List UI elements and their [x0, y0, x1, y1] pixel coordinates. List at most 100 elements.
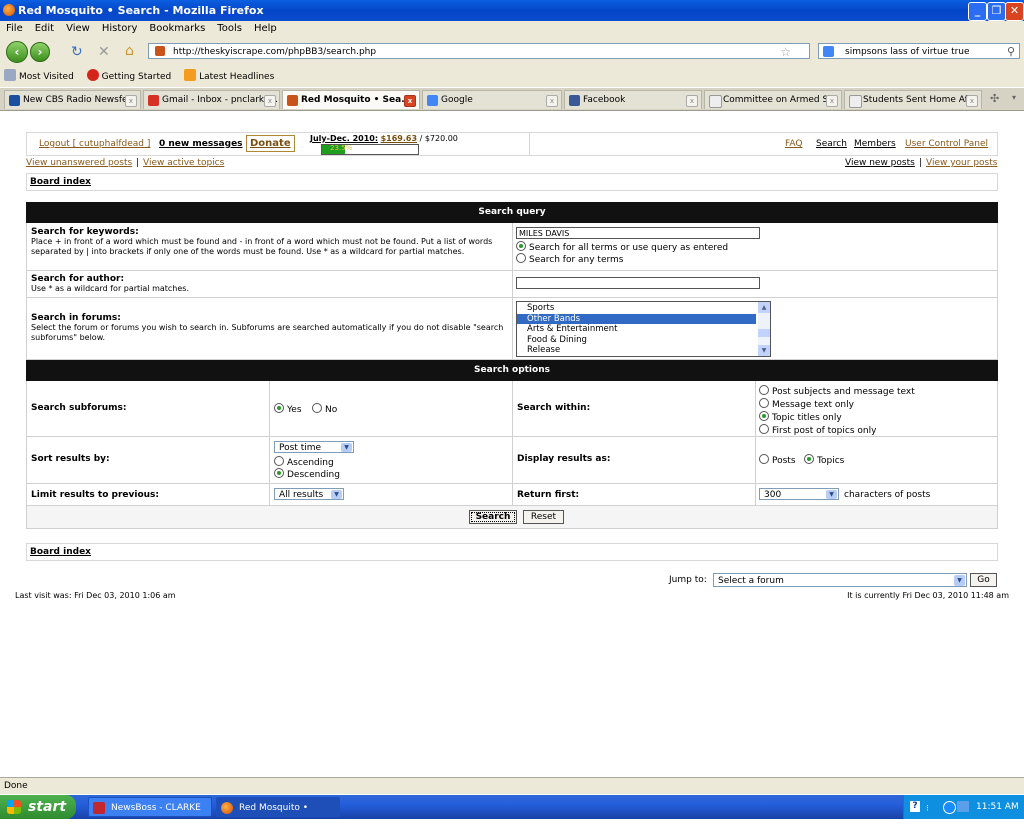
- reset-button[interactable]: Reset: [523, 510, 564, 524]
- descending-option[interactable]: Descending: [274, 468, 340, 480]
- tab-google[interactable]: Google x: [422, 90, 562, 109]
- menu-tools[interactable]: Tools: [211, 21, 248, 37]
- tab-red-mosquito[interactable]: Red Mosquito • Sea... x: [282, 90, 420, 109]
- forum-option-selected[interactable]: Other Bands: [517, 313, 756, 324]
- sort-select[interactable]: Post time ▼: [274, 441, 354, 453]
- radio-checked[interactable]: [516, 241, 526, 251]
- tab-close-icon[interactable]: x: [264, 95, 276, 107]
- limit-select[interactable]: All results ▼: [274, 488, 344, 500]
- menu-bookmarks[interactable]: Bookmarks: [143, 21, 211, 37]
- new-tab-icon[interactable]: ✣: [990, 92, 999, 105]
- minimize-button[interactable]: _: [968, 2, 987, 21]
- radio-unchecked[interactable]: [759, 424, 769, 434]
- active-topics-link[interactable]: View active topics: [143, 158, 224, 168]
- back-button[interactable]: ‹: [6, 41, 28, 63]
- keywords-input[interactable]: MILES DAVIS: [516, 227, 760, 239]
- start-button[interactable]: start: [0, 795, 76, 819]
- forum-option[interactable]: Sports: [527, 303, 770, 314]
- scroll-up-icon[interactable]: ▲: [758, 302, 770, 313]
- terms-all-option[interactable]: Search for all terms or use query as ent…: [516, 241, 728, 253]
- terms-any-option[interactable]: Search for any terms: [516, 253, 624, 265]
- menu-view[interactable]: View: [60, 21, 96, 37]
- restore-button[interactable]: ❐: [987, 2, 1006, 21]
- taskbar-newsboss[interactable]: NewsBoss - CLARKE: [88, 797, 212, 817]
- within-option[interactable]: Topic titles only: [759, 411, 915, 424]
- within-option[interactable]: First post of topics only: [759, 424, 915, 437]
- jump-to-select[interactable]: Select a forum ▼: [713, 573, 967, 587]
- forums-scrollbar[interactable]: ▲ ▼: [758, 302, 770, 356]
- members-link[interactable]: Members: [854, 139, 896, 149]
- list-tabs-icon[interactable]: ▾: [1012, 93, 1016, 102]
- web-search-input[interactable]: simpsons lass of virtue true ⚲: [818, 43, 1020, 59]
- subforums-yes-option[interactable]: Yes: [274, 403, 302, 415]
- bookmark-star-icon[interactable]: ☆: [780, 44, 791, 60]
- home-icon[interactable]: ⌂: [125, 43, 134, 59]
- reload-icon[interactable]: ↻: [71, 44, 83, 60]
- tab-close-icon[interactable]: x: [125, 95, 137, 107]
- radio-unchecked[interactable]: [759, 398, 769, 408]
- donate-button[interactable]: Donate: [246, 135, 295, 152]
- tab-facebook[interactable]: Facebook x: [564, 90, 702, 109]
- tab-cbs-radio[interactable]: New CBS Radio Newsfe... x: [4, 90, 141, 109]
- radio-unchecked[interactable]: [516, 253, 526, 263]
- radio-checked[interactable]: [274, 403, 284, 413]
- chevron-down-icon[interactable]: ▼: [341, 443, 352, 452]
- taskbar-firefox[interactable]: Red Mosquito • Searc...: [216, 797, 340, 833]
- bookmark-latest-headlines[interactable]: Latest Headlines: [184, 67, 274, 87]
- menu-edit[interactable]: Edit: [29, 21, 60, 37]
- user-control-panel-link[interactable]: User Control Panel: [905, 139, 988, 149]
- google-engine-icon[interactable]: [823, 46, 834, 57]
- radio-unchecked[interactable]: [759, 385, 769, 395]
- ascending-option[interactable]: Ascending: [274, 456, 334, 468]
- forum-option[interactable]: Arts & Entertainment: [527, 324, 770, 335]
- chevron-down-icon[interactable]: ▼: [954, 575, 965, 586]
- update-tray-icon[interactable]: [943, 801, 956, 814]
- help-tray-icon[interactable]: ?: [910, 801, 920, 812]
- chevron-down-icon[interactable]: ▼: [826, 490, 837, 499]
- unanswered-posts-link[interactable]: View unanswered posts: [26, 158, 132, 168]
- menu-file[interactable]: File: [0, 21, 29, 37]
- your-posts-link[interactable]: View your posts: [926, 158, 997, 168]
- return-select[interactable]: 300 ▼: [759, 488, 839, 500]
- subforums-no-option[interactable]: No: [312, 403, 337, 415]
- tab-close-icon[interactable]: x: [546, 95, 558, 107]
- tab-gmail[interactable]: Gmail - Inbox - pnclarke... x: [143, 90, 280, 109]
- board-index-link[interactable]: Board index: [30, 547, 91, 557]
- tab-students[interactable]: Students Sent Home Af... x: [844, 90, 982, 109]
- radio-checked[interactable]: [759, 411, 769, 421]
- display-topics-option[interactable]: Topics: [804, 454, 844, 466]
- board-index-link[interactable]: Board index: [30, 177, 91, 187]
- forum-option[interactable]: Release: [527, 345, 770, 356]
- radio-checked[interactable]: [274, 468, 284, 478]
- tab-close-icon[interactable]: x: [826, 95, 838, 107]
- chevron-down-icon[interactable]: ▼: [331, 490, 342, 499]
- menu-help[interactable]: Help: [248, 21, 283, 37]
- radio-unchecked[interactable]: [274, 456, 284, 466]
- search-submit-button[interactable]: Search: [469, 510, 517, 524]
- forward-button[interactable]: ›: [30, 42, 50, 62]
- tab-close-icon[interactable]: x: [966, 95, 978, 107]
- search-magnifier-icon[interactable]: ⚲: [1007, 44, 1015, 60]
- bookmark-most-visited[interactable]: Most Visited: [4, 67, 74, 87]
- search-link[interactable]: Search: [816, 139, 847, 149]
- within-option[interactable]: Message text only: [759, 398, 915, 411]
- forum-option[interactable]: Food & Dining: [527, 335, 770, 346]
- tab-armed-services[interactable]: Committee on Armed S... x: [704, 90, 842, 109]
- display-posts-option[interactable]: Posts: [759, 454, 796, 466]
- new-posts-link[interactable]: View new posts: [845, 158, 915, 168]
- tab-close-icon[interactable]: x: [404, 95, 416, 107]
- faq-link[interactable]: FAQ: [785, 139, 802, 149]
- url-bar[interactable]: http://theskyiscrape.com/phpBB3/search.p…: [148, 43, 810, 59]
- go-button[interactable]: Go: [970, 573, 997, 587]
- tab-close-icon[interactable]: x: [686, 95, 698, 107]
- menu-history[interactable]: History: [96, 21, 144, 37]
- radio-unchecked[interactable]: [312, 403, 322, 413]
- radio-checked[interactable]: [804, 454, 814, 464]
- author-input[interactable]: [516, 277, 760, 289]
- bookmark-getting-started[interactable]: Getting Started: [86, 67, 171, 87]
- scroll-down-icon[interactable]: ▼: [758, 345, 770, 356]
- new-messages-link[interactable]: 0 new messages: [159, 139, 243, 149]
- stop-icon[interactable]: ✕: [98, 44, 110, 60]
- radio-unchecked[interactable]: [759, 454, 769, 464]
- volume-tray-icon[interactable]: [957, 801, 969, 812]
